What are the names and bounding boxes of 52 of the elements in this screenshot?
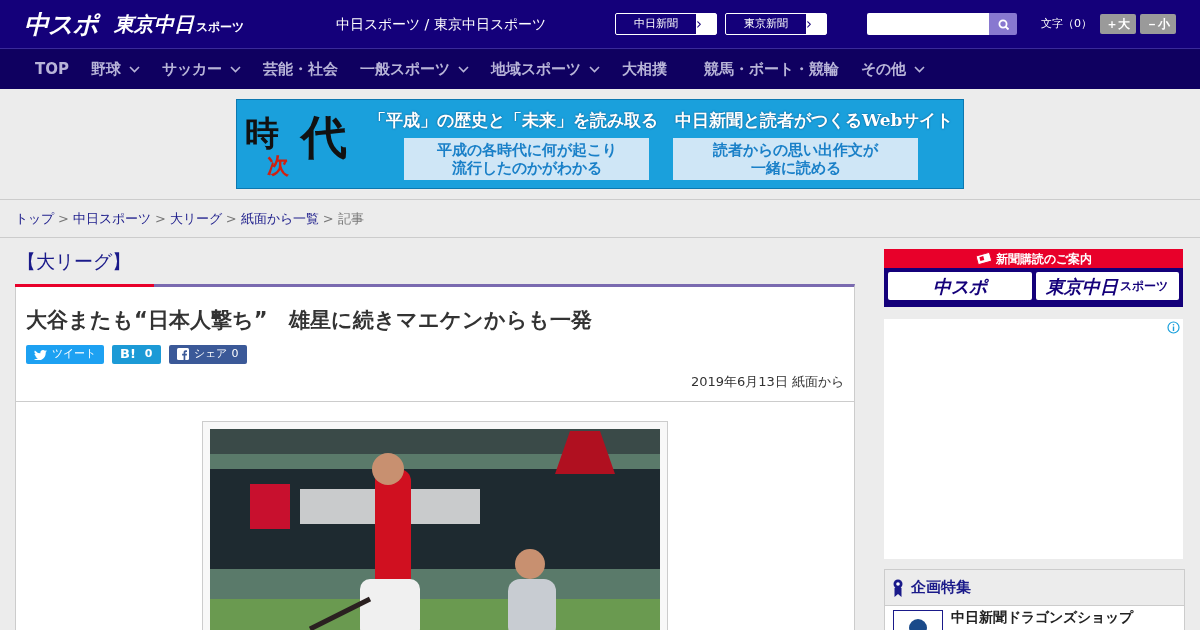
breadcrumb-separator: > — [58, 209, 69, 228]
breadcrumb-link[interactable]: 紙面から一覧 — [240, 208, 319, 229]
category-title: 【大リーグ】 — [16, 249, 132, 274]
facebook-share-button[interactable]: シェア 0 — [168, 344, 247, 364]
info-icon[interactable] — [1167, 321, 1180, 334]
newspaper-logo: 中スポ — [888, 272, 1032, 300]
newspaper-link[interactable]: 中日新聞 › — [615, 13, 717, 35]
nav-item[interactable]: 大相撲 — [622, 57, 667, 81]
section-title: 企画特集 — [911, 577, 971, 599]
newspaper-icon — [975, 251, 992, 266]
nav-item[interactable]: 一般スポーツ — [360, 57, 469, 81]
nav-item[interactable]: 芸能・社会 — [263, 57, 338, 81]
search-button[interactable] — [989, 13, 1017, 35]
subscription-title: 新聞購読のご案内 — [995, 250, 1092, 268]
article-title: 大谷またも“日本人撃ち” 雄星に続きマエケンからも一発 — [26, 307, 593, 334]
nav-item[interactable]: サッカー — [162, 57, 241, 81]
font-size-label: 文字（0） — [1041, 15, 1092, 32]
chevron-down-icon — [589, 65, 600, 73]
banner-caption: 読者からの思い出作文が 一緒に読める — [673, 137, 919, 180]
breadcrumb-separator: > — [154, 209, 166, 228]
nav-item[interactable]: 競馬・ボート・競輪 — [704, 57, 839, 81]
chevron-down-icon — [230, 65, 241, 73]
nav-item[interactable]: TOP — [35, 57, 69, 81]
banner-caption: 平成の各時代に何が起こり 流行したのかがわかる — [404, 137, 650, 180]
site-name: 中日スポーツ / 東京中日スポーツ — [336, 14, 546, 34]
chevron-down-icon — [914, 65, 925, 73]
chevron-down-icon — [129, 65, 140, 73]
breadcrumb-link[interactable]: 大リーグ — [169, 208, 222, 229]
breadcrumb-separator: > — [225, 209, 237, 228]
logo-character: 時 — [245, 116, 279, 150]
breadcrumb-separator: > — [322, 209, 334, 228]
subscription-banner[interactable]: 新聞購読のご案内 中スポ 東京中日スポーツ — [884, 249, 1183, 307]
breadcrumb-link[interactable]: 中日スポーツ — [72, 208, 151, 229]
search-icon — [997, 18, 1009, 30]
chevron-down-icon — [458, 65, 469, 73]
nav-item[interactable]: 野球 — [91, 57, 140, 81]
banner-headline: 「平成」の歴史と「未来」を読み取る 中日新聞と読者がつくるWebサイト — [369, 109, 954, 133]
breadcrumb-link[interactable]: トップ — [15, 208, 54, 229]
nav-item[interactable]: 地域スポーツ — [491, 57, 600, 81]
newspaper-link[interactable]: 東京新聞 › — [725, 13, 827, 35]
feature-link[interactable]: 中日新聞ドラゴンズショップ — [951, 610, 1133, 630]
search-field[interactable] — [867, 13, 989, 35]
nav-item[interactable]: その他 — [861, 57, 925, 81]
breadcrumb-current: 記事 — [337, 209, 364, 228]
newspaper-logo: 東京中日スポーツ — [1035, 272, 1179, 300]
bird-icon — [34, 348, 47, 360]
logo-character: 代 — [301, 114, 347, 160]
sub-logo[interactable]: 東京中日スポーツ — [114, 14, 244, 34]
f-logo-icon — [176, 348, 189, 360]
logo-character: 次 — [267, 154, 289, 176]
article-date: 2019年6月13日 紙面から — [689, 372, 844, 391]
ribbon-icon — [893, 578, 903, 597]
